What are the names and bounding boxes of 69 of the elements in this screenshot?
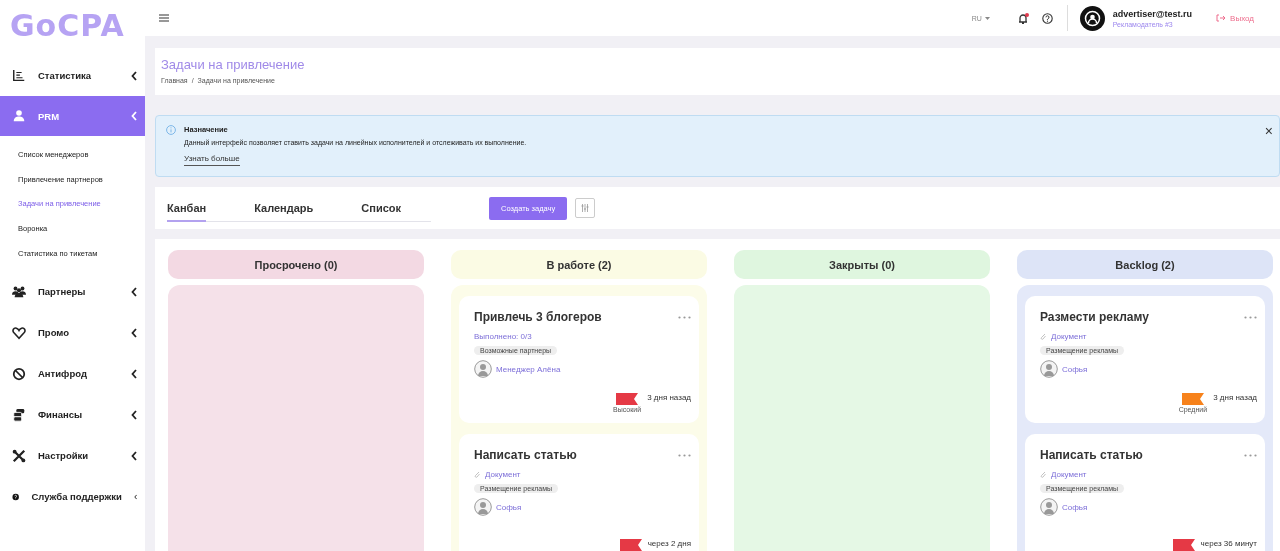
- chevron-icon: [131, 70, 137, 81]
- due-time: 3 дня назад: [1213, 393, 1257, 402]
- column-header: Backlog (2): [1017, 250, 1273, 279]
- view-tab[interactable]: Календарь: [254, 194, 314, 222]
- chevron-icon: [131, 327, 137, 338]
- chevron-icon: [131, 286, 137, 297]
- document-link[interactable]: Документ: [1051, 332, 1087, 341]
- close-button[interactable]: ×: [1264, 125, 1273, 167]
- chart-icon: [12, 68, 26, 83]
- help-icon[interactable]: [1041, 12, 1053, 24]
- bell-icon[interactable]: [1017, 12, 1028, 24]
- avatar-icon: [1040, 498, 1058, 516]
- paperclip-icon: [1040, 333, 1046, 340]
- view-tab[interactable]: Список: [361, 194, 402, 222]
- column-header: Закрыты (0): [734, 250, 990, 279]
- task-title: Привлечь 3 блогеров: [474, 310, 602, 324]
- assignee-link[interactable]: Софья: [1062, 502, 1088, 512]
- task-title: Размести рекламу: [1040, 310, 1149, 324]
- logo: GoCPA: [9, 7, 126, 45]
- page-title: Задачи на привлечение: [161, 57, 306, 72]
- paperclip-icon: [474, 471, 480, 478]
- chevron-icon: [131, 409, 137, 420]
- document-link[interactable]: Документ: [1051, 470, 1087, 479]
- task-title: Написать статью: [1040, 448, 1143, 462]
- menu-icon: [159, 14, 169, 22]
- column-header: В работе (2): [451, 250, 707, 279]
- sliders-icon: [581, 204, 590, 212]
- chevron-icon: [131, 450, 137, 461]
- info-icon: [166, 125, 176, 135]
- caret-icon: [984, 16, 990, 20]
- due-time: через 36 минут: [1200, 539, 1257, 548]
- avatar-icon: [1040, 360, 1058, 378]
- completed-count: Выполнено: 0/3: [474, 332, 533, 341]
- coins-icon: [12, 407, 26, 422]
- more-icon: [678, 453, 691, 457]
- sidebar-item[interactable]: Промо: [0, 312, 145, 354]
- sidebar-item[interactable]: Антифрод: [0, 353, 145, 395]
- document-link[interactable]: Документ: [485, 470, 521, 479]
- assignee-link[interactable]: Софья: [1062, 364, 1088, 374]
- user-email: advertiser@test.ru: [1112, 8, 1193, 19]
- sidebar-item[interactable]: Финансы: [0, 394, 145, 436]
- due-time: через 2 дня: [647, 539, 691, 548]
- heart-icon: [12, 325, 26, 340]
- sidebar-item[interactable]: Партнеры: [0, 271, 145, 313]
- sidebar-item[interactable]: Статистика: [0, 55, 145, 96]
- logout-icon: [1216, 14, 1226, 22]
- tools-icon: [12, 448, 26, 463]
- column-header: Просрочено (0): [168, 250, 424, 279]
- task-title: Написать статью: [474, 448, 577, 462]
- sidebar-item[interactable]: Служба поддержки: [0, 476, 145, 518]
- avatar-icon: [474, 360, 492, 378]
- paperclip-icon: [1040, 471, 1046, 478]
- avatar-icon: [474, 498, 492, 516]
- group-icon: [12, 284, 26, 299]
- sidebar-item[interactable]: PRM: [0, 96, 145, 136]
- assignee-link[interactable]: Менеджер Алёна: [496, 364, 561, 374]
- assignee-link[interactable]: Софья: [496, 502, 522, 512]
- chevron-icon: [131, 111, 137, 121]
- chevron-icon: [131, 368, 137, 379]
- sidebar-item[interactable]: Настройки: [0, 435, 145, 477]
- avatar-icon: [1079, 5, 1105, 31]
- ban-icon: [12, 366, 26, 381]
- more-icon: [1244, 315, 1257, 319]
- view-tab[interactable]: Канбан: [167, 194, 207, 222]
- learn-more-link[interactable]: Узнать больше: [184, 151, 240, 166]
- user-icon: [12, 109, 26, 123]
- more-icon: [1244, 453, 1257, 457]
- due-time: 3 дня назад: [647, 393, 691, 402]
- more-icon: [678, 315, 691, 319]
